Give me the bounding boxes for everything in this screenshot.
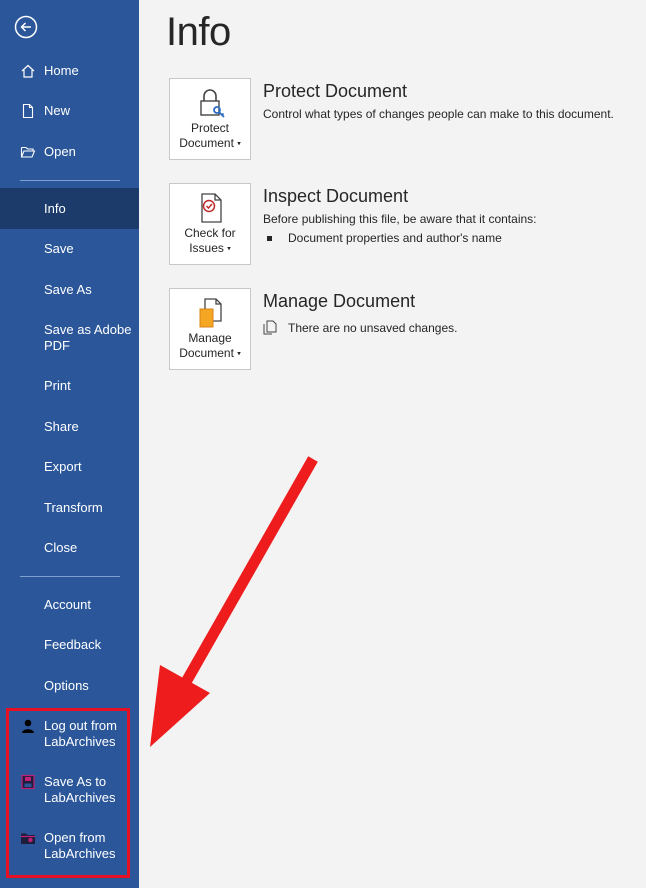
nav-close-label: Close: [44, 540, 78, 555]
nav-transform[interactable]: Transform: [0, 500, 139, 516]
nav-account[interactable]: Account: [0, 597, 139, 613]
nav-export-label: Export: [44, 459, 82, 474]
nav-save-as-adobe-pdf-label: Save as Adobe PDF: [44, 322, 132, 353]
back-arrow-icon: [14, 15, 38, 39]
nav-print-label: Print: [44, 378, 71, 393]
inspect-document-title: Inspect Document: [263, 186, 409, 206]
nav-feedback[interactable]: Feedback: [0, 637, 139, 653]
nav-save-label: Save: [44, 241, 74, 256]
nav-save-as-adobe-pdf[interactable]: Save as Adobe PDF: [0, 322, 132, 354]
nav-save-as[interactable]: Save As: [0, 282, 139, 298]
nav-close[interactable]: Close: [0, 540, 139, 556]
chevron-down-icon: ▾: [237, 140, 241, 148]
nav-new-label: New: [44, 103, 71, 118]
nav-feedback-label: Feedback: [44, 637, 102, 652]
protect-document-title: Protect Document: [263, 81, 408, 101]
manage-document-icon: [199, 298, 222, 328]
document-versions-icon: [263, 320, 277, 335]
sidebar-divider: [20, 576, 120, 577]
bullet-marker: [267, 236, 272, 241]
nav-home[interactable]: Home: [0, 63, 139, 81]
new-document-icon: [22, 103, 34, 119]
manage-document-description: There are no unsaved changes.: [288, 321, 458, 335]
inspect-document-icon: [201, 193, 222, 223]
protect-document-label: Protect Document: [179, 121, 234, 150]
open-folder-icon: [20, 146, 36, 158]
nav-new[interactable]: New: [0, 103, 139, 121]
nav-save[interactable]: Save: [0, 241, 139, 257]
chevron-down-icon: ▾: [227, 245, 231, 253]
nav-share-label: Share: [44, 419, 79, 434]
nav-account-label: Account: [44, 597, 91, 612]
nav-open[interactable]: Open: [0, 144, 139, 162]
check-for-issues-button[interactable]: Check for Issues ▾: [169, 183, 251, 265]
nav-options-label: Options: [44, 678, 89, 693]
inspect-document-description: Before publishing this file, be aware th…: [263, 212, 537, 226]
manage-document-title: Manage Document: [263, 291, 416, 311]
inspect-bullet-item: Document properties and author's name: [288, 231, 502, 245]
home-icon: [21, 64, 35, 78]
manage-document-button[interactable]: Manage Document ▾: [169, 288, 251, 370]
nav-print[interactable]: Print: [0, 378, 139, 394]
nav-transform-label: Transform: [44, 500, 103, 515]
info-panel: Info Protect Document ▾ Protect Document…: [139, 0, 646, 888]
nav-options[interactable]: Options: [0, 678, 139, 694]
page-title: Info: [166, 10, 231, 54]
nav-home-label: Home: [44, 63, 79, 78]
nav-export[interactable]: Export: [0, 459, 139, 475]
nav-info-label: Info: [44, 201, 66, 216]
chevron-down-icon: ▾: [237, 350, 241, 358]
nav-save-as-label: Save As: [44, 282, 92, 297]
nav-open-label: Open: [44, 144, 76, 159]
labarchives-highlight-box: [6, 708, 130, 878]
protect-document-description: Control what types of changes people can…: [263, 107, 614, 121]
back-button[interactable]: [14, 15, 38, 39]
nav-share[interactable]: Share: [0, 419, 139, 435]
lock-key-icon: [200, 89, 225, 118]
sidebar-divider: [20, 180, 120, 181]
protect-document-button[interactable]: Protect Document ▾: [169, 78, 251, 160]
nav-info[interactable]: Info: [0, 188, 139, 229]
manage-document-label: Manage Document: [179, 331, 234, 360]
